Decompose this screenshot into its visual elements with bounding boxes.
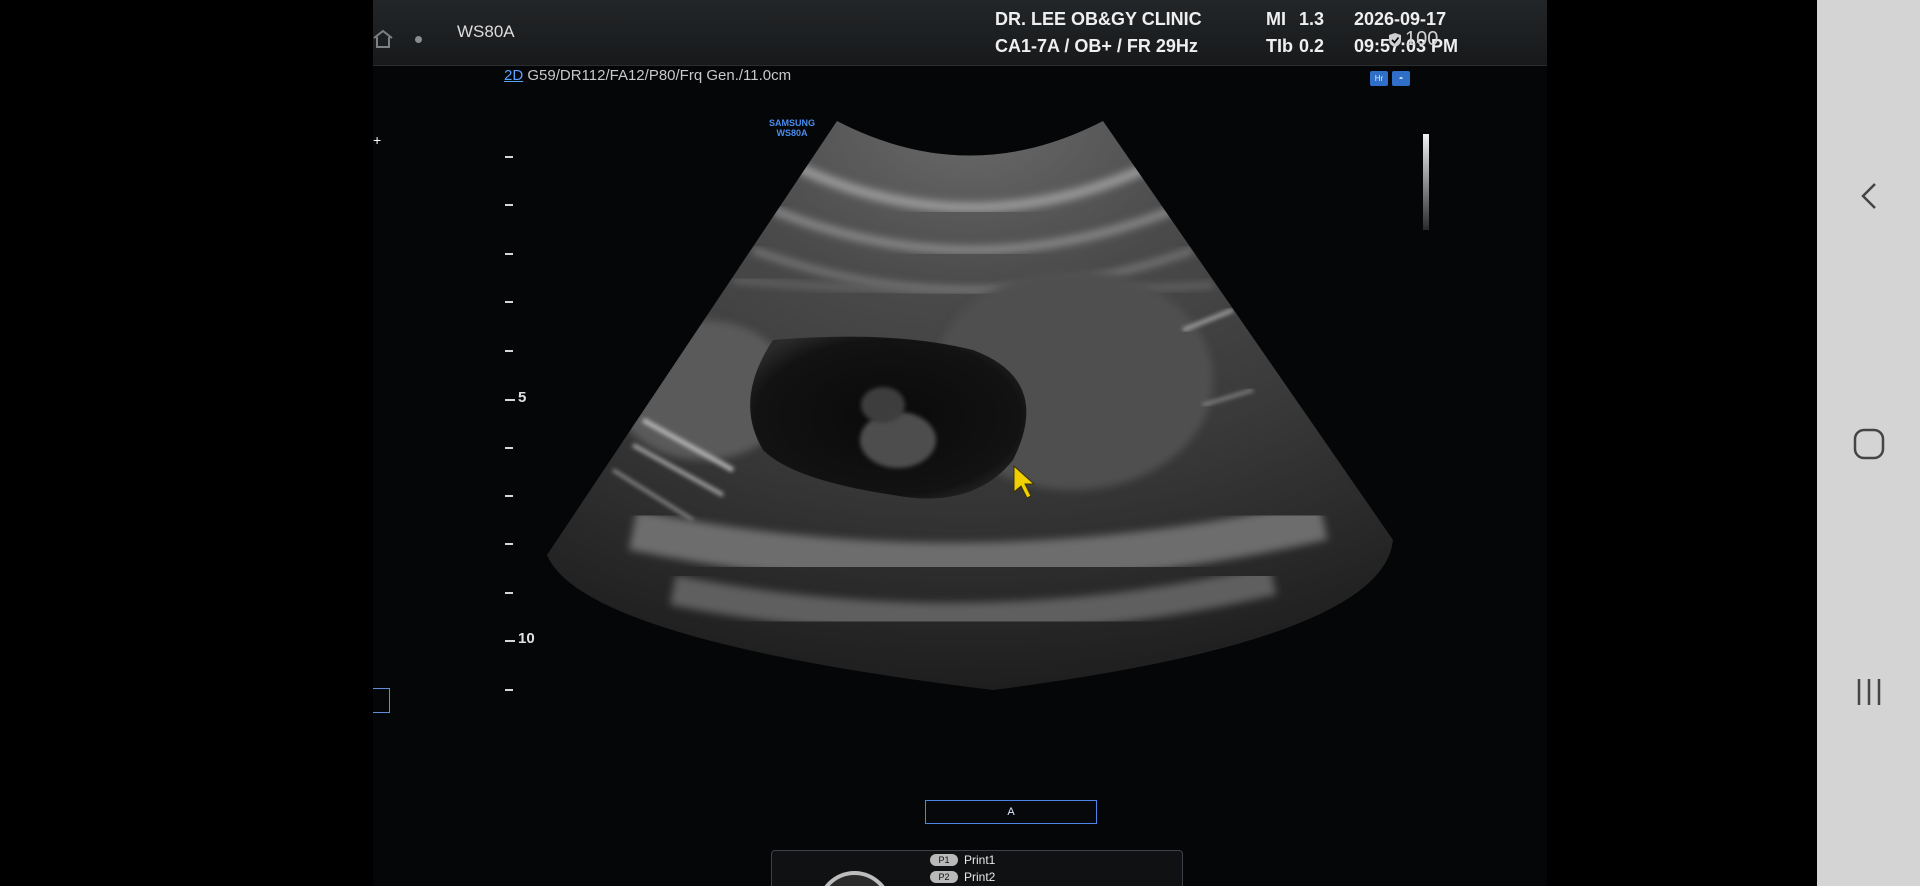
depth-label-10: 10 [518,630,535,647]
mini-status-icons: Hr ◓ [1370,71,1410,86]
print2-label: Print2 [964,870,996,884]
depth-tick [505,689,513,691]
battery-level: 100 [1405,28,1439,50]
depth-tick [505,447,513,449]
depth-tick [505,253,513,255]
depth-tick [505,204,513,206]
tib-label: TIb [1266,36,1293,56]
device-model: WS80A [457,22,515,41]
top-status-bar: WS80A DR. LEE OB&GY CLINIC CA1-7A / OB+ … [373,0,1547,66]
probe-info: CA1-7A / OB+ / FR 29Hz [995,36,1198,56]
depth-tick [505,156,513,158]
side-frame-marker [373,688,390,713]
recent-apps-icon[interactable] [1839,662,1899,722]
depth-tick [505,592,513,594]
mi-label: MI [1266,9,1286,29]
print1-badge: P1 [930,854,958,866]
depth-scale: 5 10 [505,150,565,710]
harmonic-icon: Hr [1370,71,1388,86]
battery-status: 100 [1388,28,1438,51]
clinic-name: DR. LEE OB&GY CLINIC [995,9,1202,29]
imaging-params: 2D G59/DR112/FA12/P80/Frq Gen./11.0cm [504,67,791,84]
imaging-settings: G59/DR112/FA12/P80/Frq Gen./11.0cm [527,67,792,84]
grayscale-bar [1423,134,1429,230]
status-dot-icon [415,36,422,43]
depth-tick [505,543,513,545]
depth-label-5: 5 [518,389,527,406]
depth-tick [505,350,513,352]
left-letterbox [0,0,373,886]
android-nav-bar [1817,0,1920,886]
back-icon[interactable] [1839,166,1899,226]
home-icon[interactable] [373,28,393,50]
print2-item[interactable]: P2 Print2 [930,870,995,884]
probe-thumbnail-icon [817,871,892,886]
tib-value: 0.2 [1299,36,1325,56]
print1-label: Print1 [964,853,996,867]
right-letterbox: 100 [1389,0,1817,886]
mi-value: 1.3 [1299,9,1325,29]
side-marker-plus: + [373,132,382,148]
annotation-label-box[interactable]: A [925,800,1097,824]
shield-icon [1389,32,1401,47]
print1-item[interactable]: P1 Print1 [930,853,995,867]
brand-logo: SAMSUNG WS80A [769,118,816,138]
depth-tick [505,301,513,303]
depth-tick [505,640,515,642]
depth-tick [505,399,515,401]
exam-date: 2026-09-17 [1354,9,1447,29]
ultrasound-screen: WS80A DR. LEE OB&GY CLINIC CA1-7A / OB+ … [373,0,1547,886]
print2-badge: P2 [930,871,958,883]
depth-tick [505,495,513,497]
home-button-icon[interactable] [1839,414,1899,474]
probe-orientation-icon: ◓ [1392,71,1410,86]
print-panel: P1 Print1 P2 Print2 [771,850,1183,886]
mode-2d[interactable]: 2D [504,67,523,84]
